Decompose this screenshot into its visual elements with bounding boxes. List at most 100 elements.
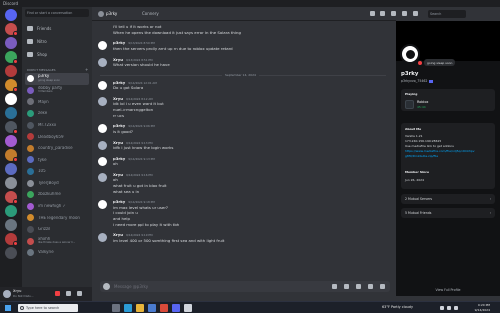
emoji-icon[interactable] xyxy=(368,284,373,289)
taskbar-clock[interactable]: 9:20 PM 9/14/2024 xyxy=(464,303,490,312)
message-author[interactable]: p3rky xyxy=(113,123,125,128)
dm-nav-nitro[interactable]: Nitro xyxy=(25,35,89,48)
mute-icon[interactable] xyxy=(55,291,60,296)
user-avatar[interactable] xyxy=(3,290,11,298)
dm-list-item[interactable]: THE legendary moon xyxy=(25,212,89,224)
message-avatar[interactable] xyxy=(98,124,107,134)
dm-list-item[interactable]: 105 xyxy=(25,166,89,178)
dm-list-item[interactable]: Mr.72xxx xyxy=(25,119,89,131)
apps-icon[interactable] xyxy=(380,284,385,289)
server-icon[interactable] xyxy=(5,65,17,77)
taskbar-search[interactable]: Type here to search xyxy=(18,304,78,312)
dm-list-item[interactable]: tyke xyxy=(25,154,89,166)
dm-list-item[interactable]: country_paradise xyxy=(25,143,89,155)
discord-icon[interactable] xyxy=(172,304,180,312)
message-author[interactable]: Xryu xyxy=(113,232,123,237)
server-icon[interactable] xyxy=(5,247,17,259)
weather-widget[interactable]: 63°F Partly cloudy xyxy=(382,305,413,309)
server-icon[interactable] xyxy=(5,37,17,49)
server-icon[interactable] xyxy=(5,233,18,246)
message-avatar[interactable] xyxy=(98,173,107,182)
message-avatar[interactable] xyxy=(98,97,107,106)
message-avatar[interactable] xyxy=(98,140,107,150)
dm-nav-friends[interactable]: Friends xyxy=(25,22,89,35)
dm-list-item[interactable]: zeke xyxy=(25,108,89,120)
voice-call-icon[interactable] xyxy=(370,11,375,16)
server-icon[interactable] xyxy=(5,149,18,162)
message-author[interactable]: Xryu xyxy=(113,172,123,177)
server-icon[interactable] xyxy=(5,177,17,189)
gift-icon[interactable] xyxy=(332,284,337,289)
mutual-friends-row[interactable]: 5 Mutual Friends › xyxy=(401,208,495,218)
message-text: idfk i just know the login works xyxy=(113,144,174,150)
message-avatar[interactable] xyxy=(98,57,107,67)
windows-start-icon[interactable] xyxy=(5,305,11,311)
mutual-servers-row[interactable]: 2 Mutual Servers › xyxy=(401,194,495,204)
dm-list-item[interactable]: Majin xyxy=(25,96,89,108)
server-icon[interactable] xyxy=(5,79,18,92)
dm-list-item[interactable]: p3rky going sleep soon xyxy=(25,73,89,85)
chrome-icon[interactable] xyxy=(160,304,168,312)
tray-icon[interactable] xyxy=(440,306,444,310)
dm-list-item[interactable]: TylerJBoyd xyxy=(25,177,89,189)
video-call-icon[interactable] xyxy=(380,11,385,16)
store-icon[interactable] xyxy=(148,304,156,312)
server-icon[interactable] xyxy=(5,135,17,147)
message-input[interactable]: Message @p3rky xyxy=(114,284,148,289)
message-author[interactable]: Xryu xyxy=(113,57,123,62)
server-icon[interactable] xyxy=(5,191,18,204)
dm-avatar xyxy=(27,202,34,210)
server-icon[interactable] xyxy=(5,51,18,64)
message-author[interactable]: Xryu xyxy=(113,96,123,101)
about-link[interactable]: https://www.mediafire.com/file/ndj5qcd04… xyxy=(405,149,475,153)
message-composer[interactable]: Message @p3rky xyxy=(100,281,390,292)
message-timestamp: 9/14/2024 9:13 PM xyxy=(128,156,155,161)
attach-icon[interactable] xyxy=(103,283,110,290)
message-avatar[interactable] xyxy=(98,200,107,210)
view-full-profile-link[interactable]: View Full Profile xyxy=(396,288,500,292)
chat-search-input[interactable]: Search xyxy=(428,10,466,18)
message-author[interactable]: Xryu xyxy=(113,140,123,145)
server-icon[interactable] xyxy=(5,163,17,175)
dm-list-item[interactable]: Deadboy659 xyxy=(25,131,89,143)
server-icon[interactable] xyxy=(5,205,17,217)
message-author[interactable]: p3rky xyxy=(113,199,125,204)
add-friend-icon[interactable] xyxy=(402,11,407,16)
pin-icon[interactable] xyxy=(391,11,396,16)
sticker-icon[interactable] xyxy=(356,284,361,289)
server-icon[interactable] xyxy=(5,219,17,231)
dm-nav-shop[interactable]: Shop xyxy=(25,48,89,61)
message-avatar[interactable] xyxy=(98,156,107,166)
settings-icon[interactable] xyxy=(77,291,82,296)
dm-search-input[interactable]: Find or start a conversation xyxy=(25,9,89,17)
notification-badge xyxy=(13,129,18,134)
server-icon[interactable] xyxy=(5,23,18,36)
create-dm-icon[interactable]: + xyxy=(85,67,88,72)
task-view-icon[interactable] xyxy=(112,304,120,312)
message-author[interactable]: p3rky xyxy=(113,40,125,45)
dm-list-item[interactable]: im newhigh ✓ xyxy=(25,201,89,213)
message-avatar[interactable] xyxy=(98,80,107,90)
about-link[interactable]: g8f0/Dinkbutle.zip/file xyxy=(405,154,438,158)
dm-list-item[interactable]: dobby party 3 Members xyxy=(25,85,89,97)
dm-list-item[interactable]: zbozkuhme xyxy=(25,189,89,201)
dm-list-item[interactable]: Grizzil xyxy=(25,224,89,236)
gif-icon[interactable] xyxy=(344,284,349,289)
message-avatar[interactable] xyxy=(98,41,107,51)
server-icon[interactable] xyxy=(5,93,17,105)
file-explorer-icon[interactable] xyxy=(136,304,144,312)
profile-toggle-icon[interactable] xyxy=(413,11,418,16)
dm-list-item[interactable]: xhxhh like thrake does a winner li... xyxy=(25,235,89,247)
message-author[interactable]: p3rky xyxy=(113,80,125,85)
network-icon[interactable] xyxy=(447,306,451,310)
volume-icon[interactable] xyxy=(454,306,458,310)
headphones-icon[interactable] xyxy=(66,291,71,296)
edge-icon[interactable] xyxy=(124,304,132,312)
dm-home-button[interactable] xyxy=(5,9,17,21)
message-author[interactable]: p3rky xyxy=(113,156,125,161)
server-icon[interactable] xyxy=(5,107,17,119)
message-avatar[interactable] xyxy=(98,233,107,243)
dm-list-item[interactable]: Valkyrie xyxy=(25,247,89,259)
server-icon[interactable] xyxy=(5,121,18,134)
roblox-taskbar-icon[interactable] xyxy=(184,304,192,312)
